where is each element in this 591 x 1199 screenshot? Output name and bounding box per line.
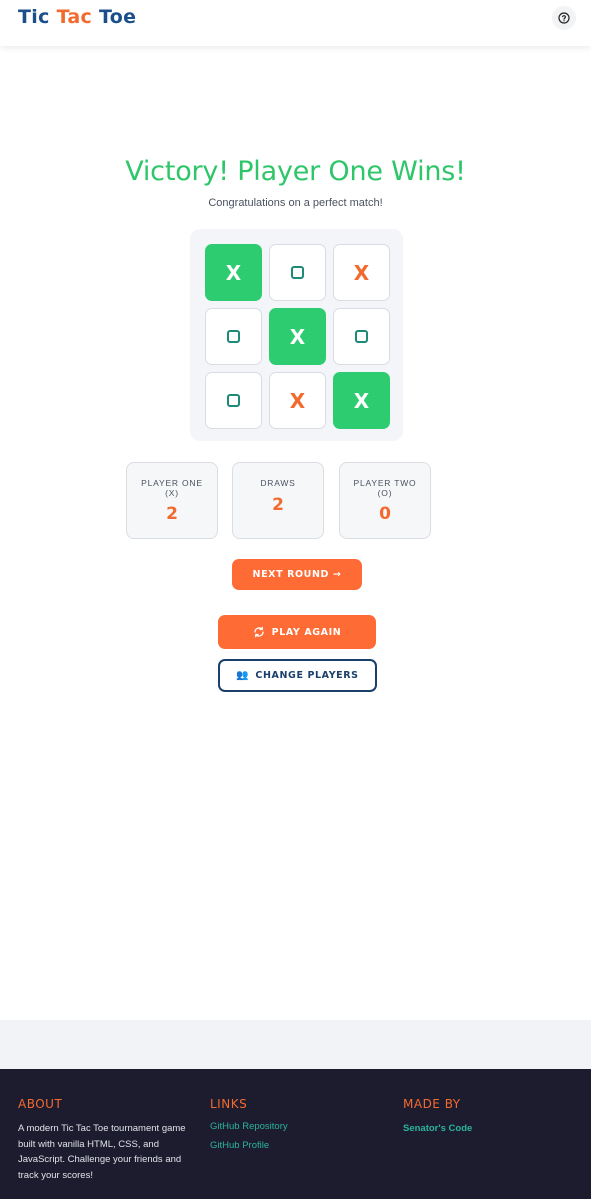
board-cell[interactable] [205, 372, 262, 429]
change-players-button[interactable]: 👥 CHANGE PLAYERS [218, 659, 377, 692]
score-value-draws: 2 [272, 495, 284, 515]
change-players-label: CHANGE PLAYERS [255, 670, 359, 681]
board-cell[interactable]: X [269, 372, 326, 429]
footer-links-heading: LINKS [210, 1097, 248, 1111]
footer-spacer [0, 1020, 591, 1070]
board-cell[interactable]: X [333, 372, 390, 429]
x-mark: X [353, 388, 370, 413]
x-mark: X [289, 388, 306, 413]
footer-about-text: A modern Tic Tac Toe tournament game bui… [18, 1123, 186, 1181]
board-cell[interactable]: X [269, 308, 326, 365]
next-round-button[interactable]: NEXT ROUND → [232, 559, 362, 590]
score-label-line: PLAYER TWO [353, 478, 417, 488]
x-mark: X [225, 260, 242, 285]
score-label-line: (X) [165, 488, 179, 498]
footer-link-github-repo[interactable]: GitHub Repository [210, 1121, 288, 1132]
logo-word-tic: Tic [18, 6, 50, 28]
x-mark: X [353, 260, 370, 285]
help-button[interactable] [552, 6, 576, 30]
board-cell[interactable] [333, 308, 390, 365]
score-label-player-two: PLAYER TWO (O) [340, 478, 430, 498]
score-card-draws: DRAWS 2 [232, 462, 324, 539]
board-cell[interactable]: X [205, 244, 262, 301]
score-label-player-one: PLAYER ONE (X) [127, 478, 217, 498]
people-icon: 👥 [236, 670, 250, 681]
refresh-icon [254, 626, 264, 638]
footer-made-by-link[interactable]: Senator's Code [403, 1123, 472, 1134]
score-card-player-one: PLAYER ONE (X) 2 [126, 462, 218, 539]
board-cell[interactable]: X [333, 244, 390, 301]
question-circle-icon [558, 12, 570, 24]
site-footer: ABOUT A modern Tic Tac Toe tournament ga… [0, 1069, 591, 1199]
logo-word-toe: Toe [98, 6, 137, 28]
result-subtitle: Congratulations on a perfect match! [208, 197, 383, 209]
board-cell[interactable] [205, 308, 262, 365]
score-label-line: (O) [377, 488, 393, 498]
app-logo[interactable]: Tic Tac Toe [18, 6, 136, 28]
score-label-line: PLAYER ONE [141, 478, 203, 488]
o-mark [227, 330, 240, 343]
score-value-player-one: 2 [166, 504, 178, 524]
o-mark [227, 394, 240, 407]
footer-link-github-profile[interactable]: GitHub Profile [210, 1140, 269, 1151]
result-title: Victory! Player One Wins! [125, 156, 466, 187]
o-mark [355, 330, 368, 343]
o-mark [291, 266, 304, 279]
footer-made-by-heading: MADE BY [403, 1097, 461, 1111]
score-label-draws: DRAWS [260, 478, 296, 488]
board-cell[interactable] [269, 244, 326, 301]
x-mark: X [289, 324, 306, 349]
score-card-player-two: PLAYER TWO (O) 0 [339, 462, 431, 539]
score-value-player-two: 0 [379, 504, 391, 524]
app-header: Tic Tac Toe [0, 0, 591, 46]
play-again-label: PLAY AGAIN [271, 626, 342, 638]
game-board: X X X X X [190, 229, 403, 441]
footer-about-heading: ABOUT [18, 1097, 63, 1111]
play-again-button[interactable]: PLAY AGAIN [218, 615, 376, 649]
logo-word-tac: Tac [56, 6, 93, 28]
